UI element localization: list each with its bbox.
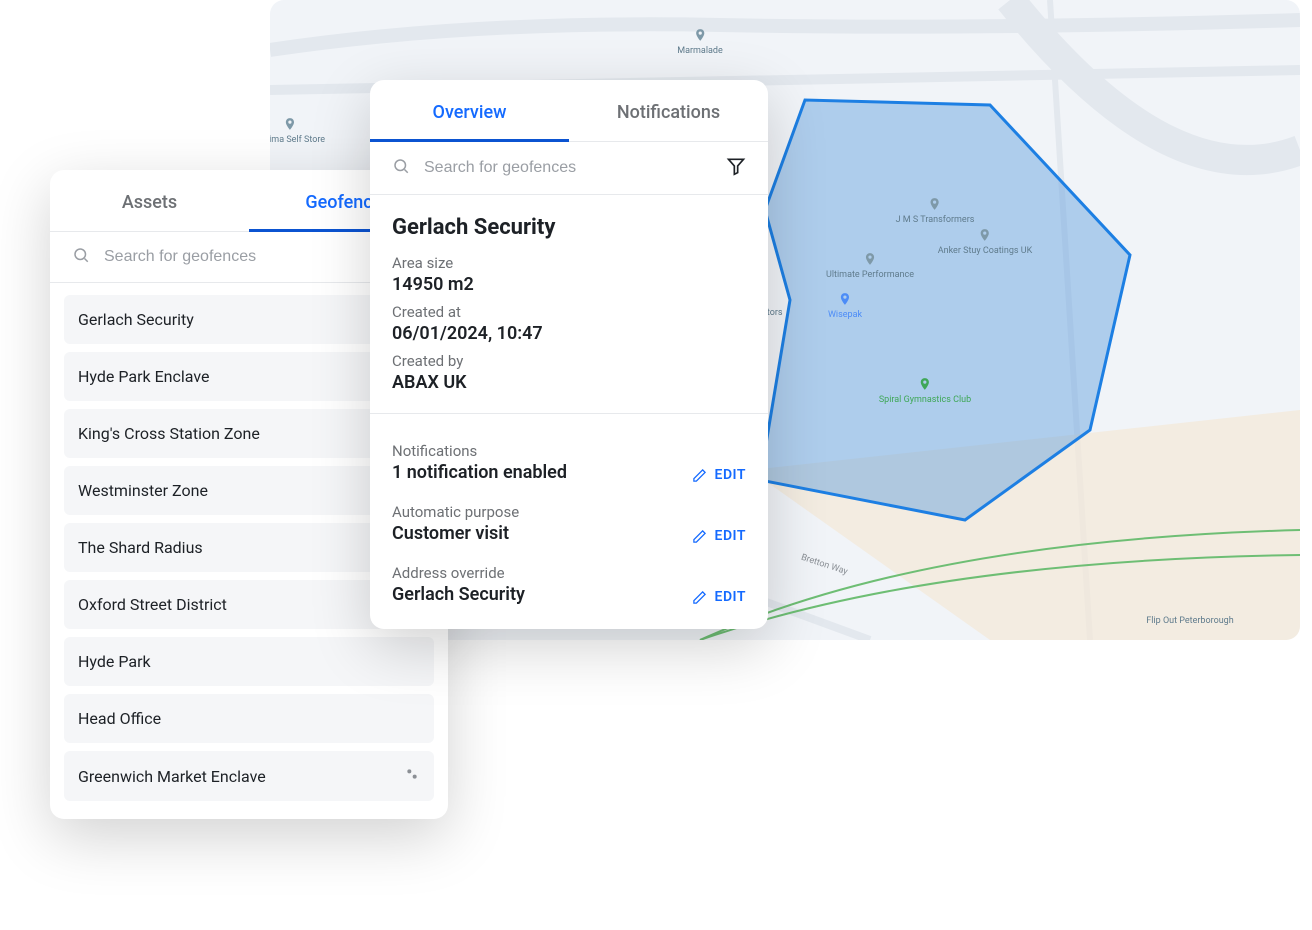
edit-address-button[interactable]: EDIT xyxy=(692,589,746,605)
address-label: Address override xyxy=(392,564,525,582)
detail-search-input[interactable] xyxy=(422,158,714,178)
map-poi: Optima Self Store xyxy=(270,115,325,145)
tab-assets[interactable]: Assets xyxy=(50,170,249,231)
search-icon xyxy=(72,246,90,268)
geofence-item-label: Greenwich Market Enclave xyxy=(78,767,266,786)
geofence-title: Gerlach Security xyxy=(392,215,746,240)
pin-icon xyxy=(404,766,420,786)
geofence-list-item[interactable]: Greenwich Market Enclave xyxy=(64,751,434,801)
geofence-list-item[interactable]: Head Office xyxy=(64,694,434,743)
area-size-label: Area size xyxy=(392,254,746,272)
map-poi: Flip Out Peterborough xyxy=(1146,614,1233,626)
tab-notifications[interactable]: Notifications xyxy=(569,80,768,141)
pencil-icon xyxy=(692,468,707,483)
detail-panel-tabs: Overview Notifications xyxy=(370,80,768,142)
created-at-label: Created at xyxy=(392,303,746,321)
edit-label: EDIT xyxy=(715,589,746,605)
geofence-item-label: Oxford Street District xyxy=(78,595,227,614)
purpose-value: Customer visit xyxy=(392,523,519,544)
pencil-icon xyxy=(692,590,707,605)
map-poi: Anker Stuy Coatings UK xyxy=(938,226,1033,256)
map-poi: Spiral Gymnastics Club xyxy=(879,375,971,405)
edit-purpose-button[interactable]: EDIT xyxy=(692,528,746,544)
created-at-value: 06/01/2024, 10:47 xyxy=(392,323,746,344)
map-poi: J M S Transformers xyxy=(896,195,975,225)
search-icon xyxy=(392,157,410,179)
map-poi: Ultimate Performance xyxy=(826,250,914,280)
filter-icon[interactable] xyxy=(726,156,746,180)
purpose-label: Automatic purpose xyxy=(392,503,519,521)
created-by-value: ABAX UK xyxy=(392,372,746,393)
geofence-item-label: Hyde Park Enclave xyxy=(78,367,209,386)
created-by-label: Created by xyxy=(392,352,746,370)
geofence-item-label: The Shard Radius xyxy=(78,538,203,557)
geofence-item-label: Hyde Park xyxy=(78,652,151,671)
edit-label: EDIT xyxy=(715,528,746,544)
geofence-list-item[interactable]: Hyde Park xyxy=(64,637,434,686)
divider xyxy=(370,413,768,414)
address-value: Gerlach Security xyxy=(392,584,525,605)
notifications-label: Notifications xyxy=(392,442,567,460)
geofence-item-label: Head Office xyxy=(78,709,161,728)
geofence-detail-panel: Overview Notifications Gerlach Security … xyxy=(370,80,768,629)
detail-search-row xyxy=(370,142,768,195)
notifications-value: 1 notification enabled xyxy=(392,462,567,483)
geofence-item-label: King's Cross Station Zone xyxy=(78,424,260,443)
geofence-item-label: Westminster Zone xyxy=(78,481,208,500)
map-poi: Wisepak xyxy=(828,290,862,320)
geofence-item-label: Gerlach Security xyxy=(78,310,194,329)
map-poi: Marmalade xyxy=(677,26,723,56)
area-size-value: 14950 m2 xyxy=(392,274,746,295)
tab-overview[interactable]: Overview xyxy=(370,80,569,141)
pencil-icon xyxy=(692,529,707,544)
edit-notifications-button[interactable]: EDIT xyxy=(692,467,746,483)
edit-label: EDIT xyxy=(715,467,746,483)
